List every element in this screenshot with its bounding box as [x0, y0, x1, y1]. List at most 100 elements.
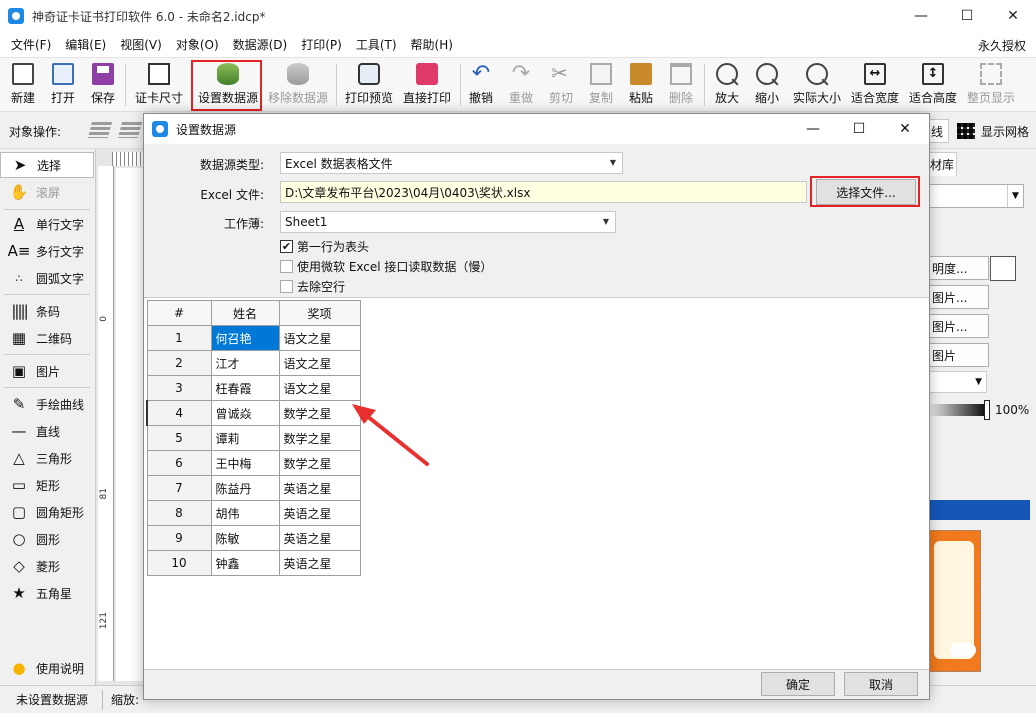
name-cell[interactable]: 枉春霞	[210, 375, 280, 401]
card-size-button[interactable]: 证卡尺寸	[132, 61, 186, 109]
tool-freehand[interactable]: ✎ 手绘曲线	[0, 391, 94, 417]
tool-line[interactable]: — 直线	[0, 418, 94, 444]
image-button-1[interactable]: 图片...	[927, 285, 989, 309]
menu-help[interactable]: 帮助(H)	[404, 36, 460, 53]
close-button[interactable]: ✕	[990, 0, 1036, 32]
table-row[interactable]: 3 枉春霞 语文之星	[146, 375, 361, 401]
table-row[interactable]: 6 王中梅 数学之星	[146, 450, 361, 476]
award-cell[interactable]: 英语之星	[278, 475, 361, 501]
ms-excel-interface-checkbox[interactable]: 使用微软 Excel 接口读取数据（慢）	[280, 258, 492, 275]
opacity-slider[interactable]	[927, 404, 985, 416]
row-index-cell[interactable]: 1	[146, 325, 212, 351]
image-button-2[interactable]: 图片...	[927, 314, 989, 338]
tool-diamond[interactable]: ◇ 菱形	[0, 553, 94, 579]
redo-button[interactable]: ↷ 重做	[506, 61, 536, 109]
image-mode-select[interactable]: ▼	[927, 371, 987, 393]
row-index-cell[interactable]: 10	[146, 550, 212, 576]
name-cell[interactable]: 何召艳	[210, 325, 280, 351]
layer-down-icon[interactable]	[117, 122, 143, 138]
menu-file[interactable]: 文件(F)	[4, 36, 58, 53]
tool-triangle[interactable]: △ 三角形	[0, 445, 94, 471]
grid-icon[interactable]	[957, 123, 975, 139]
property-dropdown[interactable]: ▼	[927, 184, 1024, 208]
award-cell[interactable]: 语文之星	[278, 325, 361, 351]
dialog-close-button[interactable]: ✕	[882, 114, 928, 144]
excel-file-path-input[interactable]: D:\文章发布平台\2023\04月\0403\奖状.xlsx	[280, 181, 807, 203]
tool-pan[interactable]: ✋ 滚屏	[0, 179, 94, 205]
print-preview-button[interactable]: 打印预览	[342, 61, 396, 109]
layer-up-icon[interactable]	[87, 122, 113, 138]
award-cell[interactable]: 数学之星	[278, 450, 361, 476]
dialog-minimize-button[interactable]: —	[790, 114, 836, 144]
name-cell[interactable]: 陈益丹	[210, 475, 280, 501]
paste-button[interactable]: 粘贴	[626, 61, 656, 109]
tool-multi-text[interactable]: A≡ 多行文字	[0, 238, 94, 264]
new-button[interactable]: 新建	[8, 61, 38, 109]
menu-datasource[interactable]: 数据源(D)	[226, 36, 295, 53]
table-row[interactable]: 2 江才 语文之星	[146, 350, 361, 376]
remove-empty-rows-checkbox[interactable]: 去除空行	[280, 278, 345, 295]
tool-qrcode[interactable]: ▦ 二维码	[0, 325, 94, 351]
row-index-cell[interactable]: 2	[146, 350, 212, 376]
source-type-select[interactable]: Excel 数据表格文件 ▼	[280, 152, 623, 174]
tool-star[interactable]: ★ 五角星	[0, 580, 94, 606]
award-cell[interactable]: 英语之星	[278, 550, 361, 576]
image-button-3[interactable]: 图片	[927, 343, 989, 367]
row-index-cell[interactable]: 9	[146, 525, 212, 551]
material-library-tab[interactable]: 材库	[927, 152, 957, 176]
full-page-button[interactable]: 整页显示	[964, 61, 1018, 109]
first-row-header-checkbox[interactable]: ✔ 第一行为表头	[280, 238, 369, 255]
menu-view[interactable]: 视图(V)	[113, 36, 169, 53]
award-cell[interactable]: 数学之星	[278, 400, 361, 426]
column-header[interactable]: 奖项	[278, 300, 361, 326]
zoom-out-button[interactable]: 缩小	[752, 61, 782, 109]
menu-object[interactable]: 对象(O)	[169, 36, 226, 53]
tool-arc-text[interactable]: ∴ 圆弧文字	[0, 265, 94, 291]
tool-rounded-rectangle[interactable]: ▢ 圆角矩形	[0, 499, 94, 525]
name-cell[interactable]: 曾诚焱	[210, 400, 280, 426]
award-cell[interactable]: 数学之星	[278, 425, 361, 451]
tool-single-text[interactable]: A 单行文字	[0, 211, 94, 237]
tool-rectangle[interactable]: ▭ 矩形	[0, 472, 94, 498]
tool-barcode[interactable]: ||||| 条码	[0, 298, 94, 324]
menu-print[interactable]: 打印(P)	[294, 36, 349, 53]
row-index-cell[interactable]: 3	[146, 375, 212, 401]
sheet-select[interactable]: Sheet1 ▼	[280, 211, 616, 233]
table-row[interactable]: 4 曾诚焱 数学之星	[146, 400, 361, 426]
column-header[interactable]: 姓名	[210, 300, 280, 326]
show-grid-label[interactable]: 显示网格	[981, 123, 1029, 140]
award-cell[interactable]: 语文之星	[278, 375, 361, 401]
table-row[interactable]: 1 何召艳 语文之星	[146, 325, 361, 351]
name-cell[interactable]: 钟鑫	[210, 550, 280, 576]
row-index-cell[interactable]: 7	[146, 475, 212, 501]
maximize-button[interactable]: ☐	[944, 0, 990, 32]
name-cell[interactable]: 陈敏	[210, 525, 280, 551]
color-swatch[interactable]	[990, 256, 1016, 281]
award-cell[interactable]: 英语之星	[278, 525, 361, 551]
dialog-maximize-button[interactable]: ☐	[836, 114, 882, 144]
row-index-cell[interactable]: 5	[146, 425, 212, 451]
undo-button[interactable]: ↶ 撤销	[466, 61, 496, 109]
minimize-button[interactable]: —	[898, 0, 944, 32]
help-button[interactable]: ● 使用说明	[0, 655, 94, 681]
ok-button[interactable]: 确定	[761, 672, 835, 696]
direct-print-button[interactable]: 直接打印	[400, 61, 454, 109]
table-row[interactable]: 5 谭莉 数学之星	[146, 425, 361, 451]
tool-image[interactable]: ▣ 图片	[0, 358, 94, 384]
transparency-button[interactable]: 明度...	[927, 256, 989, 280]
cancel-button[interactable]: 取消	[844, 672, 918, 696]
copy-button[interactable]: 复制	[586, 61, 616, 109]
table-row[interactable]: 8 胡伟 英语之星	[146, 500, 361, 526]
opacity-slider-thumb[interactable]	[984, 400, 990, 420]
save-button[interactable]: 保存	[88, 61, 118, 109]
name-cell[interactable]: 王中梅	[210, 450, 280, 476]
row-index-cell[interactable]: 4	[146, 400, 212, 426]
fit-width-button[interactable]: ↔ 适合宽度	[848, 61, 902, 109]
award-cell[interactable]: 语文之星	[278, 350, 361, 376]
remove-datasource-button[interactable]: 移除数据源	[266, 61, 330, 109]
zoom-in-button[interactable]: 放大	[712, 61, 742, 109]
table-row[interactable]: 9 陈敏 英语之星	[146, 525, 361, 551]
card-page[interactable]	[116, 168, 146, 681]
table-row[interactable]: 7 陈益丹 英语之星	[146, 475, 361, 501]
open-button[interactable]: 打开	[48, 61, 78, 109]
